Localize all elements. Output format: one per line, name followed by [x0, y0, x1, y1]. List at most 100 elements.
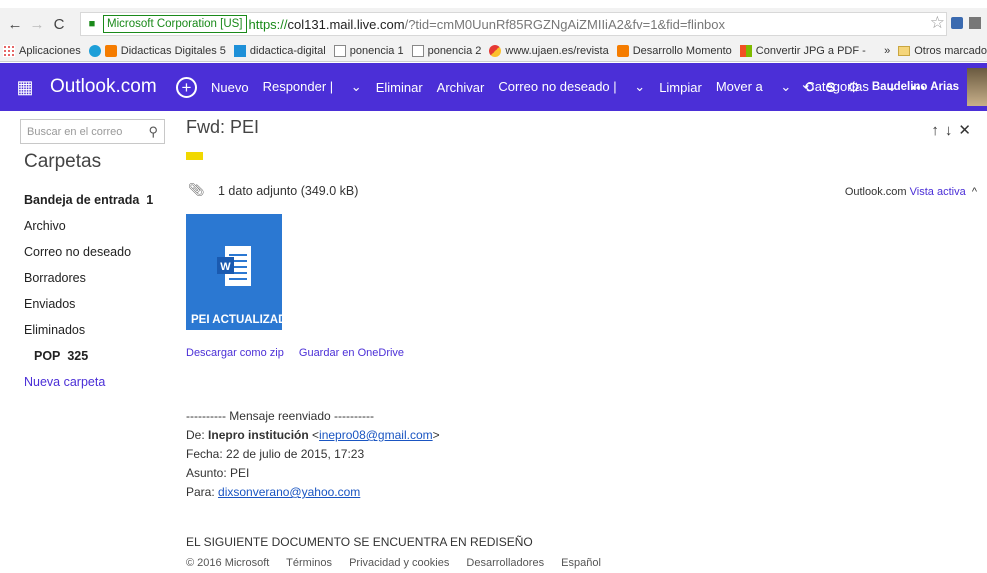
chevron-up-icon[interactable]: ^: [972, 186, 977, 198]
bookmark-label: Aplicaciones: [19, 44, 81, 57]
save-onedrive-link[interactable]: Guardar en OneDrive: [299, 347, 404, 359]
bookmark-label: Desarrollo Momento: [632, 44, 732, 57]
page-icon: [333, 44, 346, 57]
junk-label: Correo no deseado |: [498, 79, 617, 94]
folder-inbox[interactable]: Bandeja de entrada 1: [24, 187, 153, 213]
bookmark-label: Convertir JPG a PDF -: [755, 44, 866, 57]
reload-icon[interactable]: C: [50, 15, 68, 33]
blogger-icon: [104, 44, 117, 57]
message-subject: Fwd: PEI: [186, 117, 260, 137]
windows-icon: [739, 44, 752, 57]
arrow-up-icon[interactable]: ↑: [931, 122, 945, 139]
new-folder-link[interactable]: Nueva carpeta: [24, 369, 153, 395]
page-icon: [411, 44, 424, 57]
junk-button[interactable]: Correo no deseado | ⌄: [498, 79, 645, 95]
bookmark-label: ponencia 2: [427, 44, 482, 57]
info-icon[interactable]: [969, 17, 981, 29]
folder-pane: Buscar en el correo ⚲ Carpetas Bandeja d…: [0, 111, 166, 573]
move-button[interactable]: Mover a ⌄: [716, 79, 792, 95]
url-omnibox[interactable]: ■ Microsoft Corporation [US] https://col…: [80, 12, 947, 36]
folders-title: Carpetas: [24, 151, 102, 172]
new-button[interactable]: + Nuevo: [176, 76, 249, 98]
url-host: col131.mail.live.com: [287, 16, 405, 32]
active-view: Outlook.com Vista activa ^: [845, 186, 977, 198]
archive-button[interactable]: Archivar: [437, 80, 485, 95]
paperclip-icon: 📎︎: [188, 182, 205, 197]
brand-title[interactable]: Outlook.com: [50, 76, 176, 98]
back-icon[interactable]: ←: [6, 15, 24, 33]
chevron-down-icon: ⌄: [634, 79, 646, 94]
folder-deleted[interactable]: Eliminados: [24, 317, 153, 343]
extension-icon[interactable]: [951, 17, 963, 29]
new-label: Nuevo: [211, 79, 249, 95]
active-view-link[interactable]: Vista activa: [910, 186, 966, 198]
from-label: De:: [186, 428, 205, 442]
star-icon[interactable]: ☆: [930, 13, 945, 33]
move-label: Mover a: [715, 79, 763, 94]
chevron-down-icon: ⌄: [350, 79, 362, 94]
blogger-icon: [616, 44, 629, 57]
sweep-button[interactable]: Limpiar: [659, 80, 702, 95]
to-label: Para:: [186, 485, 215, 499]
bookmark-convertir[interactable]: Convertir JPG a PDF -: [739, 44, 866, 57]
bookmarks-bar: Aplicaciones Didacticas Digitales 5 dida…: [0, 40, 987, 62]
folder-drafts[interactable]: Borradores: [24, 265, 153, 291]
user-name[interactable]: Baudelino Arias: [872, 81, 959, 93]
outlook-header: ▦ Outlook.com + Nuevo Responder | ⌄ Elimi…: [0, 63, 987, 111]
skype-icon[interactable]: S: [826, 79, 835, 95]
other-bookmarks[interactable]: Otros marcado: [914, 45, 987, 57]
from-email-link[interactable]: inepro08@gmail.com: [319, 428, 433, 442]
bookmark-label: www.ujaen.es/revista: [505, 44, 609, 57]
reply-button[interactable]: Responder | ⌄: [263, 79, 362, 95]
arrow-down-icon[interactable]: ↓: [945, 122, 959, 139]
url-protocol: https://: [248, 16, 288, 32]
from-name: Inepro institución: [208, 428, 309, 442]
folder-junk[interactable]: Correo no deseado: [24, 239, 153, 265]
privacy-link[interactable]: Privacidad y cookies: [349, 557, 449, 569]
forward-icon[interactable]: →: [28, 15, 46, 33]
developers-link[interactable]: Desarrolladores: [466, 557, 544, 569]
more-bookmarks-button[interactable]: »: [884, 45, 890, 57]
bookmark-didactica-digital[interactable]: didactica-digital: [233, 44, 326, 57]
bookmark-apps[interactable]: Aplicaciones: [3, 44, 81, 57]
bookmark-ponencia-1[interactable]: ponencia 1: [333, 44, 404, 57]
download-zip-link[interactable]: Descargar como zip: [186, 347, 284, 359]
circle-icon: [88, 44, 101, 57]
gear-icon[interactable]: ⚙: [847, 79, 860, 96]
bookmark-ujaen[interactable]: www.ujaen.es/revista: [489, 44, 609, 57]
bookmark-label: Didacticas Digitales 5: [120, 44, 226, 57]
svg-text:W: W: [220, 261, 231, 273]
bookmark-desarrollo[interactable]: Desarrollo Momento: [616, 44, 732, 57]
avatar[interactable]: [967, 68, 987, 106]
search-icon[interactable]: ⚲: [148, 124, 158, 140]
address-bar-row: ← → C ■ Microsoft Corporation [US] https…: [0, 8, 987, 40]
attachment-actions: Descargar como zip Guardar en OneDrive: [186, 347, 416, 359]
folder-pop[interactable]: POP 325: [24, 343, 153, 369]
attachment-tile[interactable]: W PEI ACTUALIZADO L...: [186, 214, 315, 330]
folder-archive[interactable]: Archivo: [24, 213, 153, 239]
ev-certificate[interactable]: Microsoft Corporation [US]: [103, 15, 247, 33]
terms-link[interactable]: Términos: [286, 557, 332, 569]
bookmark-didacticas[interactable]: Didacticas Digitales 5: [88, 44, 226, 57]
folder-label: POP: [34, 349, 61, 363]
folder-sent[interactable]: Enviados: [24, 291, 153, 317]
to-email-link[interactable]: dixsonverano@yahoo.com: [218, 485, 360, 499]
copyright: © 2016 Microsoft: [186, 557, 270, 569]
apps-grid-icon: [3, 44, 15, 57]
ujaen-icon: [489, 44, 502, 57]
search-input[interactable]: Buscar en el correo ⚲: [20, 119, 165, 144]
attachments-info: 1 dato adjunto (349.0 kB): [218, 184, 359, 198]
window-top-edge: [0, 0, 987, 8]
message-nav: ↑↓✕: [931, 121, 977, 139]
app-launcher-icon[interactable]: ▦: [0, 63, 50, 111]
message-body: EL SIGUIENTE DOCUMENTO SE ENCUENTRA EN R…: [186, 535, 533, 549]
close-icon[interactable]: ✕: [958, 122, 977, 139]
undo-icon[interactable]: ⟲: [802, 79, 814, 96]
language-link[interactable]: Español: [561, 557, 601, 569]
attachment-name: PEI ACTUALIZADO L...: [191, 314, 316, 326]
bookmarks-overflow: » Otros marcado: [884, 40, 987, 61]
delete-button[interactable]: Eliminar: [376, 80, 423, 95]
folder-list: Bandeja de entrada 1 Archivo Correo no d…: [24, 187, 153, 395]
reply-label: Responder |: [262, 79, 334, 94]
bookmark-ponencia-2[interactable]: ponencia 2: [411, 44, 482, 57]
